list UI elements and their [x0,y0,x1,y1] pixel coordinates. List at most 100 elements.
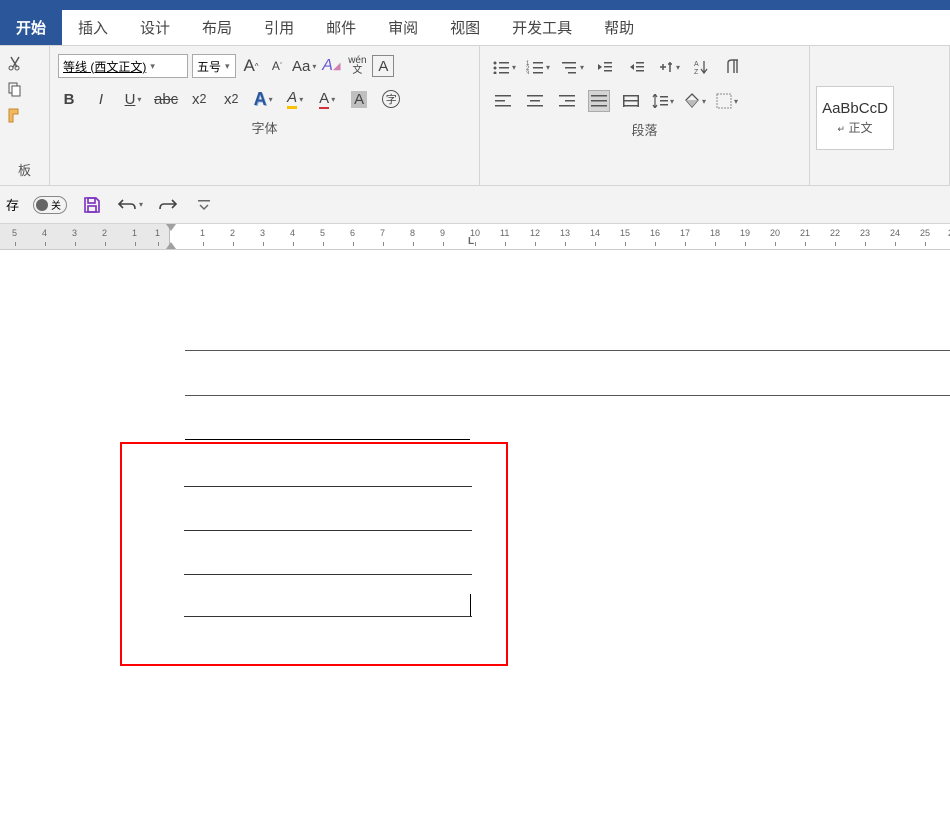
align-center-button[interactable] [524,90,546,112]
phonetic-guide-button[interactable]: wén文 [346,55,368,77]
style-normal[interactable]: AaBbCcD ↵ 正文 [816,86,894,150]
asian-layout-button[interactable]: ▾ [658,56,680,78]
line-spacing-button[interactable]: ▾ [652,90,674,112]
tab-mailings[interactable]: 邮件 [310,10,372,45]
subscript-button[interactable]: x2 [188,88,210,110]
text-effects-button[interactable]: A▾ [252,88,274,110]
ruler-tick: 25 [920,228,930,238]
ruler-tick: 19 [740,228,750,238]
underline-button[interactable]: U▾ [122,88,144,110]
ruler-tick: 15 [620,228,630,238]
tab-help[interactable]: 帮助 [588,10,650,45]
tab-layout[interactable]: 布局 [186,10,248,45]
ruler-tick: 2 [230,228,235,238]
ruler-tick: 8 [410,228,415,238]
char-border-button[interactable]: A [372,55,394,77]
shrink-font-button[interactable]: Aˇ [266,55,288,77]
underline-line [184,616,472,617]
change-case-button[interactable]: Aa▾ [292,55,316,77]
ribbon: 板 等线 (西文正文)▾ 五号▾ A^ Aˇ Aa▾ A◢ wén文 A B I… [0,46,950,186]
ruler-tick: 1 [155,228,160,238]
align-distributed-button[interactable] [620,90,642,112]
ruler-tick: 6 [350,228,355,238]
ruler-tick: 23 [860,228,870,238]
italic-button[interactable]: I [90,88,112,110]
bullets-button[interactable]: ▾ [492,56,516,78]
font-size-combo[interactable]: 五号▾ [192,54,236,78]
ruler-tick: 3 [260,228,265,238]
paragraph-group-label: 段落 [486,118,803,141]
numbering-button[interactable]: 123▾ [526,56,550,78]
align-justify-button[interactable] [588,90,610,112]
hanging-indent-marker[interactable] [166,242,176,249]
ruler-tick: 5 [320,228,325,238]
ruler-tick: 21 [800,228,810,238]
tab-references[interactable]: 引用 [248,10,310,45]
grow-font-button[interactable]: A^ [240,55,262,77]
ruler-tick: 4 [42,228,47,238]
tab-insert[interactable]: 插入 [62,10,124,45]
ruler-tick: 7 [380,228,385,238]
ruler-tick: 20 [770,228,780,238]
show-marks-button[interactable] [722,56,744,78]
tab-strip: 开始 插入 设计 布局 引用 邮件 审阅 视图 开发工具 帮助 [0,10,950,46]
tab-developer[interactable]: 开发工具 [496,10,588,45]
enclosed-char-button[interactable]: 字 [380,88,402,110]
align-right-button[interactable] [556,90,578,112]
font-color-button[interactable]: A▾ [316,88,338,110]
ruler-tick: 17 [680,228,690,238]
font-group: 等线 (西文正文)▾ 五号▾ A^ Aˇ Aa▾ A◢ wén文 A B I U… [50,46,480,185]
ruler-tick: 16 [650,228,660,238]
autosave-label: 存 [6,195,19,214]
increase-indent-button[interactable] [626,56,648,78]
styles-group: AaBbCcD ↵ 正文 [810,46,950,185]
svg-text:A: A [694,61,699,68]
copy-icon[interactable] [6,80,24,98]
sort-button[interactable]: AZ [690,56,712,78]
align-left-button[interactable] [492,90,514,112]
tab-stop-marker[interactable]: L [468,236,474,247]
borders-button[interactable]: ▾ [716,90,738,112]
tab-home[interactable]: 开始 [0,10,62,45]
tab-view[interactable]: 视图 [434,10,496,45]
highlight-button[interactable]: A▾ [284,88,306,110]
multilevel-list-button[interactable]: ▾ [560,56,584,78]
ruler-tick: 4 [290,228,295,238]
style-preview: AaBbCcD [822,100,888,117]
autosave-toggle[interactable]: 关 [33,196,67,214]
underline-line [184,530,472,531]
text-cursor [470,594,471,616]
clear-format-button[interactable]: A◢ [320,55,342,77]
bold-button[interactable]: B [58,88,80,110]
underline-line [184,486,472,487]
shading-button[interactable]: ▾ [684,90,706,112]
ruler-tick: 24 [890,228,900,238]
undo-button[interactable]: ▾ [117,194,143,216]
clipboard-group: 板 [0,46,50,185]
tab-review[interactable]: 审阅 [372,10,434,45]
clipboard-group-label: 板 [6,158,43,181]
ruler-tick: 3 [72,228,77,238]
qat-customize-button[interactable] [193,194,215,216]
underline-line [185,350,950,351]
paragraph-group: ▾ 123▾ ▾ ▾ AZ ▾ ▾ ▾ 段落 [480,46,810,185]
redo-button[interactable] [157,194,179,216]
font-name-combo[interactable]: 等线 (西文正文)▾ [58,54,188,78]
svg-text:Z: Z [694,69,699,75]
decrease-indent-button[interactable] [594,56,616,78]
document-page[interactable] [0,250,950,836]
superscript-button[interactable]: x2 [220,88,242,110]
underline-line [185,395,950,396]
ruler-tick: 14 [590,228,600,238]
save-button[interactable] [81,194,103,216]
quick-access-toolbar: 存 关 ▾ [0,186,950,224]
ruler[interactable]: 5 4 3 2 1 1 1 2 3 4 5 6 7 8 9 10 11 12 1… [0,224,950,250]
underline-line [184,574,472,575]
tab-design[interactable]: 设计 [124,10,186,45]
first-line-indent-marker[interactable] [166,224,176,231]
format-painter-icon[interactable] [6,106,24,124]
cut-icon[interactable] [6,54,24,72]
char-shading-button[interactable]: A [348,88,370,110]
annotation-box [120,442,508,666]
strikethrough-button[interactable]: abc [154,88,178,110]
